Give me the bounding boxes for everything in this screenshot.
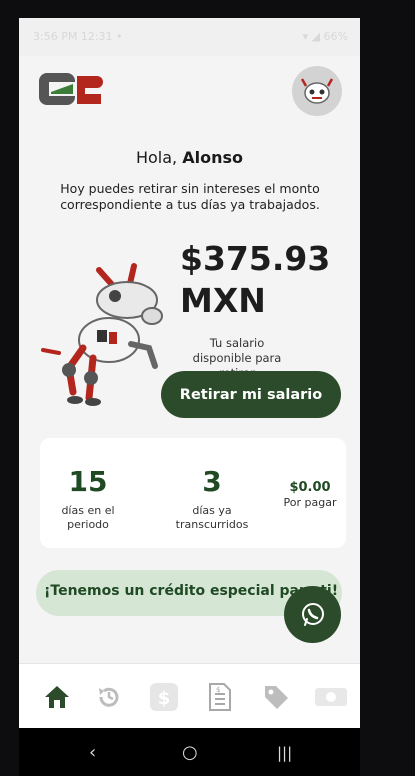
nav-home[interactable] bbox=[41, 682, 73, 712]
nav-payments[interactable] bbox=[313, 682, 349, 712]
avatar[interactable] bbox=[292, 66, 342, 116]
nav-withdraw[interactable]: $ bbox=[147, 682, 181, 712]
home-icon bbox=[45, 686, 69, 708]
tag-icon bbox=[265, 686, 288, 709]
nav-history[interactable] bbox=[93, 682, 125, 712]
svg-text:$: $ bbox=[158, 688, 171, 709]
robot-dog-illustration bbox=[41, 263, 163, 406]
amount-value: $375.93 bbox=[180, 239, 331, 278]
salary-amount: $375.93 MXN bbox=[180, 238, 350, 322]
amount-currency: MXN bbox=[180, 281, 266, 320]
stat-worked-days: 3 días ya transcurridos bbox=[166, 466, 258, 532]
period-days-label: días en el periodo bbox=[61, 504, 115, 531]
cash-icon bbox=[315, 688, 347, 706]
home-circle-icon[interactable]: ○ bbox=[182, 742, 198, 763]
withdraw-salary-button[interactable]: Retirar mi salario bbox=[161, 371, 341, 418]
dollar-icon: $ bbox=[150, 683, 178, 711]
pending-label: Por pagar bbox=[283, 496, 337, 509]
period-days-value: 15 bbox=[68, 465, 108, 498]
whatsapp-button[interactable] bbox=[284, 586, 341, 643]
worked-days-label: días ya transcurridos bbox=[175, 504, 249, 531]
bottom-navigation: $ $ bbox=[19, 663, 360, 729]
history-icon bbox=[99, 687, 119, 707]
robot-avatar-icon bbox=[300, 78, 334, 104]
greeting: Hola, Alonso bbox=[19, 148, 360, 167]
recents-icon[interactable]: ||| bbox=[277, 744, 292, 762]
intro-text: Hoy puedes retirar sin intereses el mont… bbox=[60, 181, 320, 212]
greeting-prefix: Hola, bbox=[135, 148, 183, 167]
nav-promotions[interactable] bbox=[259, 682, 293, 712]
svg-text:$: $ bbox=[216, 686, 220, 694]
phone-screen: 3:56 PM 12:31 • ▾ ◢ 66% Hola, Alonso Hoy… bbox=[19, 18, 360, 776]
status-icons: ▾ ◢ 66% bbox=[302, 30, 348, 43]
back-icon[interactable]: ‹ bbox=[89, 742, 96, 763]
worked-days-value: 3 bbox=[202, 465, 222, 498]
stats-card: 15 días en el periodo 3 días ya transcur… bbox=[40, 438, 346, 548]
status-time: 3:56 PM 12:31 • bbox=[33, 30, 123, 43]
user-name: Alonso bbox=[182, 148, 243, 167]
system-navigation-bar: ‹ ○ ||| bbox=[19, 728, 360, 776]
whatsapp-icon bbox=[301, 602, 324, 626]
status-bar: 3:56 PM 12:31 • ▾ ◢ 66% bbox=[19, 18, 360, 56]
document-icon: $ bbox=[209, 683, 231, 711]
stat-period-days: 15 días en el periodo bbox=[56, 466, 120, 532]
stat-pending: $0.00 Por pagar bbox=[278, 480, 342, 510]
nav-documents[interactable]: $ bbox=[203, 682, 237, 712]
pending-amount: $0.00 bbox=[289, 480, 331, 495]
logo-icon[interactable] bbox=[37, 70, 103, 110]
